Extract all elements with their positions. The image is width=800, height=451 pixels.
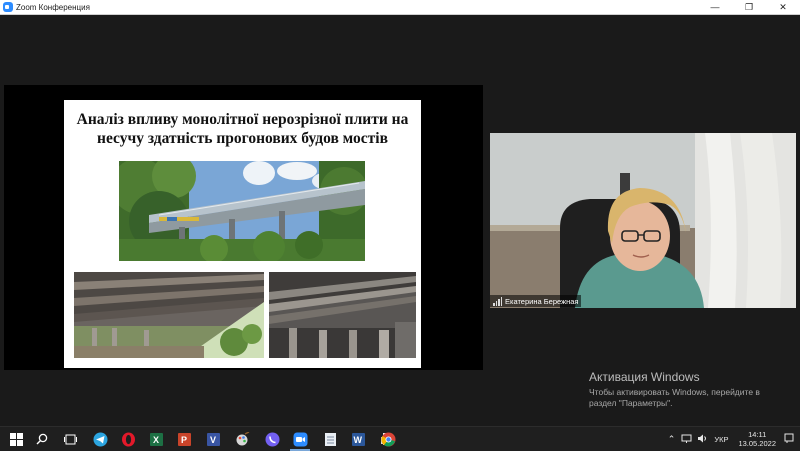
windows-start-icon[interactable] — [8, 431, 24, 447]
viber-icon[interactable] — [264, 431, 280, 447]
task-view-icon[interactable] — [62, 431, 78, 447]
restore-button[interactable]: ❐ — [732, 0, 766, 14]
paint-icon[interactable] — [234, 431, 250, 447]
participant-name-tag: Екатерина Бережная — [490, 295, 582, 307]
activation-line2: раздел "Параметры". — [589, 398, 673, 408]
clock-date: 13.05.2022 — [738, 439, 776, 448]
activation-line1: Чтобы активировать Windows, перейдите в — [589, 387, 760, 397]
powerpoint-icon[interactable]: P — [176, 431, 192, 447]
svg-text:V: V — [210, 435, 216, 445]
svg-text:X: X — [153, 435, 159, 445]
svg-text:W: W — [353, 435, 362, 445]
network-icon[interactable] — [681, 434, 692, 445]
search-icon[interactable] — [34, 431, 50, 447]
activation-title: Активация Windows — [589, 370, 700, 384]
participant-name: Екатерина Бережная — [505, 296, 579, 306]
chrome-icon[interactable] — [380, 431, 396, 447]
language-indicator[interactable]: УКР — [714, 435, 728, 444]
bridge-underside-photo-left — [74, 272, 264, 358]
participant-video[interactable] — [490, 133, 796, 308]
windows-activation-watermark: Активация Windows Чтобы активировать Win… — [589, 370, 779, 409]
zoom-app-icon[interactable] — [292, 431, 308, 447]
presentation-slide: Аналіз впливу монолітної нерозрізної пли… — [64, 100, 421, 368]
meeting-area: Аналіз впливу монолітної нерозрізної пли… — [0, 15, 800, 426]
notepad-icon[interactable] — [322, 431, 338, 447]
slide-title: Аналіз впливу монолітної нерозрізної пли… — [64, 110, 421, 148]
clock-time: 14:11 — [748, 430, 767, 439]
minimize-button[interactable]: — — [698, 0, 732, 14]
word-icon[interactable]: W — [350, 431, 366, 447]
notifications-icon[interactable] — [784, 433, 794, 445]
system-tray: ⌃ УКР 14:11 13.05.2022 — [668, 427, 794, 451]
telegram-icon[interactable] — [92, 431, 108, 447]
excel-icon[interactable]: X — [148, 431, 164, 447]
slide-title-line1: Аналіз впливу монолітної нерозрізної пли… — [76, 111, 409, 128]
speaker-icon[interactable] — [697, 434, 708, 445]
activation-text: Чтобы активировать Windows, перейдите в … — [589, 387, 779, 409]
window-title: Zoom Конференция — [16, 2, 90, 12]
close-button[interactable]: ✕ — [766, 0, 800, 14]
bridge-side-photo — [119, 161, 365, 261]
zoom-logo-icon — [3, 2, 13, 12]
clock[interactable]: 14:11 13.05.2022 — [738, 430, 776, 448]
svg-text:P: P — [181, 435, 187, 445]
shared-screen: Аналіз впливу монолітної нерозрізної пли… — [4, 85, 483, 370]
chevron-up-icon[interactable]: ⌃ — [668, 434, 676, 445]
slide-title-line2: несучу здатність прогонових будов мостів — [97, 130, 388, 147]
title-bar: Zoom Конференция — ❐ ✕ — [0, 0, 800, 15]
opera-icon[interactable] — [120, 431, 136, 447]
taskbar: X P V W ⌃ УКР 14:11 13.05.2022 — [0, 426, 800, 451]
visio-icon[interactable]: V — [205, 431, 221, 447]
bridge-underside-photo-right — [269, 272, 416, 358]
window-controls: — ❐ ✕ — [698, 0, 800, 14]
signal-bars-icon — [493, 296, 502, 306]
